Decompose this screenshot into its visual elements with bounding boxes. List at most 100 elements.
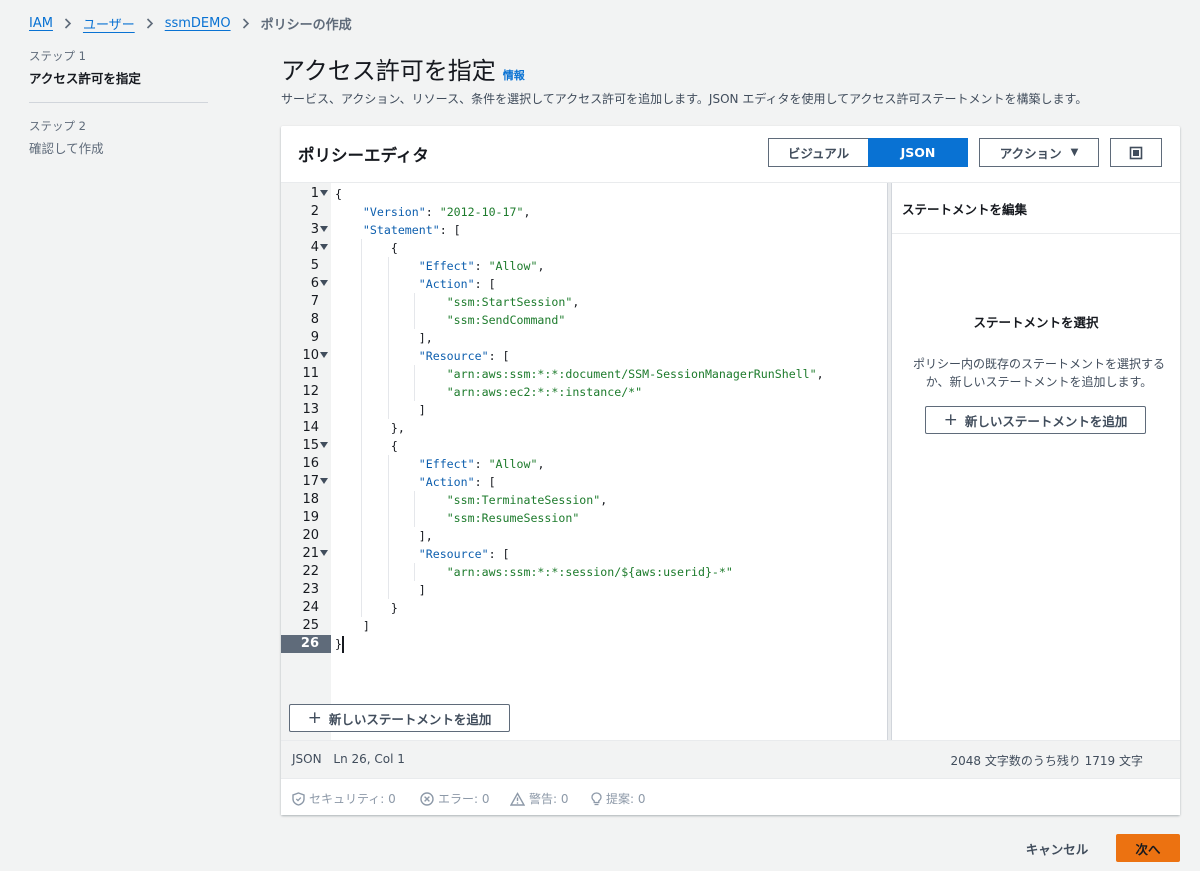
line-number: 5: [310, 258, 319, 273]
indent-guide: [388, 455, 389, 599]
policy-editor-panel: ポリシーエディタ ビジュアル JSON アクション ▼ 1 2 3 4 5 6 7 8 9 10 1…: [281, 126, 1180, 815]
line-number: 12: [302, 384, 319, 399]
select-statement-title: ステートメントを選択: [973, 315, 1099, 330]
suggestion-count[interactable]: 提案: 0: [591, 790, 646, 807]
fullscreen-button[interactable]: [1110, 138, 1162, 167]
editor-language: JSON: [292, 752, 322, 766]
info-link[interactable]: 情報: [503, 67, 525, 83]
line-number: 16: [302, 456, 319, 471]
line-number: 20: [302, 528, 319, 543]
fold-toggle-icon[interactable]: [320, 442, 328, 448]
json-code-editor[interactable]: 1 2 3 4 5 6 7 8 9 10 11 12 13 14 15 16 17 18 19 20 21 22 23 24 2…: [281, 183, 887, 740]
security-count[interactable]: セキュリティ: 0: [292, 790, 396, 807]
line-number: 13: [302, 402, 319, 417]
step-1-title: アクセス許可を指定: [29, 71, 141, 86]
code-line-23: ]: [418, 583, 426, 597]
code-line-25: ]: [362, 619, 370, 633]
shield-icon: [292, 791, 305, 806]
warning-count[interactable]: 警告: 0: [510, 790, 569, 807]
statement-edit-header: ステートメントを編集: [892, 183, 1180, 234]
breadcrumb-iam[interactable]: IAM: [29, 16, 53, 31]
code-line-26: }: [335, 637, 342, 651]
add-statement-button[interactable]: + 新しいステートメントを追加: [289, 704, 510, 732]
line-number: 21: [302, 546, 319, 561]
line-number: 7: [310, 294, 319, 309]
breadcrumb-current: ポリシーの作成: [260, 17, 352, 33]
error-count-label: エラー: 0: [438, 792, 490, 806]
breadcrumb-users[interactable]: ユーザー: [83, 14, 135, 33]
fullscreen-icon: [1129, 146, 1143, 159]
add-statement-button-right[interactable]: + 新しいステートメントを追加: [925, 406, 1146, 434]
fold-toggle-icon[interactable]: [320, 226, 328, 232]
code-line-11: "arn:aws:ssm:*:*:document/SSM-SessionMan…: [446, 367, 824, 381]
code-line-6: "Action": [: [418, 277, 496, 291]
code-line-22: "arn:aws:ssm:*:*:session/${aws:userid}-*…: [446, 565, 733, 579]
line-number: 1: [310, 186, 319, 201]
line-number: 23: [302, 582, 319, 597]
error-count[interactable]: エラー: 0: [420, 790, 490, 807]
line-number: 9: [310, 330, 319, 345]
line-number-row: 1: [281, 185, 887, 203]
code-line-8: "ssm:SendCommand": [446, 313, 566, 327]
code-line-16: "Effect": "Allow",: [418, 457, 545, 471]
wizard-steps: ステップ 1 アクセス許可を指定 ステップ 2 確認して作成: [29, 48, 209, 157]
chevron-right-icon: [64, 17, 72, 29]
line-number: 4: [310, 240, 319, 255]
visual-mode-button[interactable]: ビジュアル: [768, 138, 868, 167]
code-line-13: ]: [418, 403, 426, 417]
editor-status-bar: JSON Ln 26, Col 1 2048 文字数のうち残り 1719 文字: [281, 740, 1180, 778]
step-2-title[interactable]: 確認して作成: [29, 138, 209, 157]
line-number: 14: [302, 420, 319, 435]
select-desc-line-1: ポリシー内の既存のステートメントを選択する: [912, 357, 1165, 371]
chevron-right-icon: [242, 17, 250, 29]
fold-toggle-icon[interactable]: [320, 478, 328, 484]
code-line-9: ],: [418, 331, 433, 345]
next-button[interactable]: 次へ: [1116, 834, 1180, 862]
fold-toggle-icon[interactable]: [320, 352, 328, 358]
plus-icon: +: [943, 409, 958, 430]
validation-bar: セキュリティ: 0 エラー: 0 警告: 0 提案: 0: [281, 778, 1180, 815]
json-mode-button[interactable]: JSON: [868, 138, 968, 167]
breadcrumb-user-ssmdemo[interactable]: ssmDEMO: [165, 16, 231, 31]
warning-icon: [510, 791, 525, 806]
add-statement-right-label: 新しいステートメントを追加: [964, 413, 1128, 429]
fold-toggle-icon[interactable]: [320, 190, 328, 196]
cursor-status: JSON Ln 26, Col 1: [292, 752, 405, 766]
indent-guide: [388, 257, 389, 419]
code-line-19: "ssm:ResumeSession": [446, 511, 580, 525]
caret-down-icon: ▼: [1070, 147, 1079, 158]
lightbulb-icon: [591, 791, 602, 805]
line-number: 2: [310, 204, 319, 219]
code-line-20: ],: [418, 529, 433, 543]
code-line-4: {: [390, 241, 398, 255]
actions-dropdown-button[interactable]: アクション ▼: [979, 138, 1099, 167]
fold-toggle-icon[interactable]: [320, 244, 328, 250]
security-count-label: セキュリティ: 0: [309, 792, 396, 806]
page-title: アクセス許可を指定 情報: [281, 51, 525, 86]
line-number-row: 25: [281, 617, 887, 635]
fold-toggle-icon[interactable]: [320, 280, 328, 286]
breadcrumb: IAM ユーザー ssmDEMO ポリシーの作成: [29, 13, 352, 33]
code-line-2: "Version": "2012-10-17",: [362, 205, 531, 219]
cancel-button[interactable]: キャンセル: [1015, 835, 1099, 861]
code-line-18: "ssm:TerminateSession",: [446, 493, 608, 507]
statement-edit-pane: ステートメントを編集 ステートメントを選択 ポリシー内の既存のステートメントを選…: [892, 183, 1180, 740]
line-number: 18: [302, 492, 319, 507]
line-number: 26: [300, 636, 319, 651]
indent-guide: [414, 293, 415, 329]
line-number: 24: [302, 600, 319, 615]
code-line-17: "Action": [: [418, 475, 496, 489]
suggestion-count-label: 提案: 0: [606, 792, 646, 806]
line-number: 25: [302, 618, 319, 633]
error-icon: [420, 791, 434, 806]
code-line-12: "arn:aws:ec2:*:*:instance/*": [446, 385, 643, 399]
line-number: 6: [310, 276, 319, 291]
actions-label: アクション: [999, 146, 1062, 161]
line-number: 10: [302, 348, 319, 363]
code-line-1: {: [335, 187, 342, 201]
select-desc-line-2: か、新しいステートメントを追加します。: [925, 375, 1153, 389]
editor-mode-toggle: ビジュアル JSON: [768, 138, 968, 167]
step-divider: [29, 102, 208, 103]
fold-toggle-icon[interactable]: [320, 550, 328, 556]
plus-icon: +: [307, 707, 322, 728]
